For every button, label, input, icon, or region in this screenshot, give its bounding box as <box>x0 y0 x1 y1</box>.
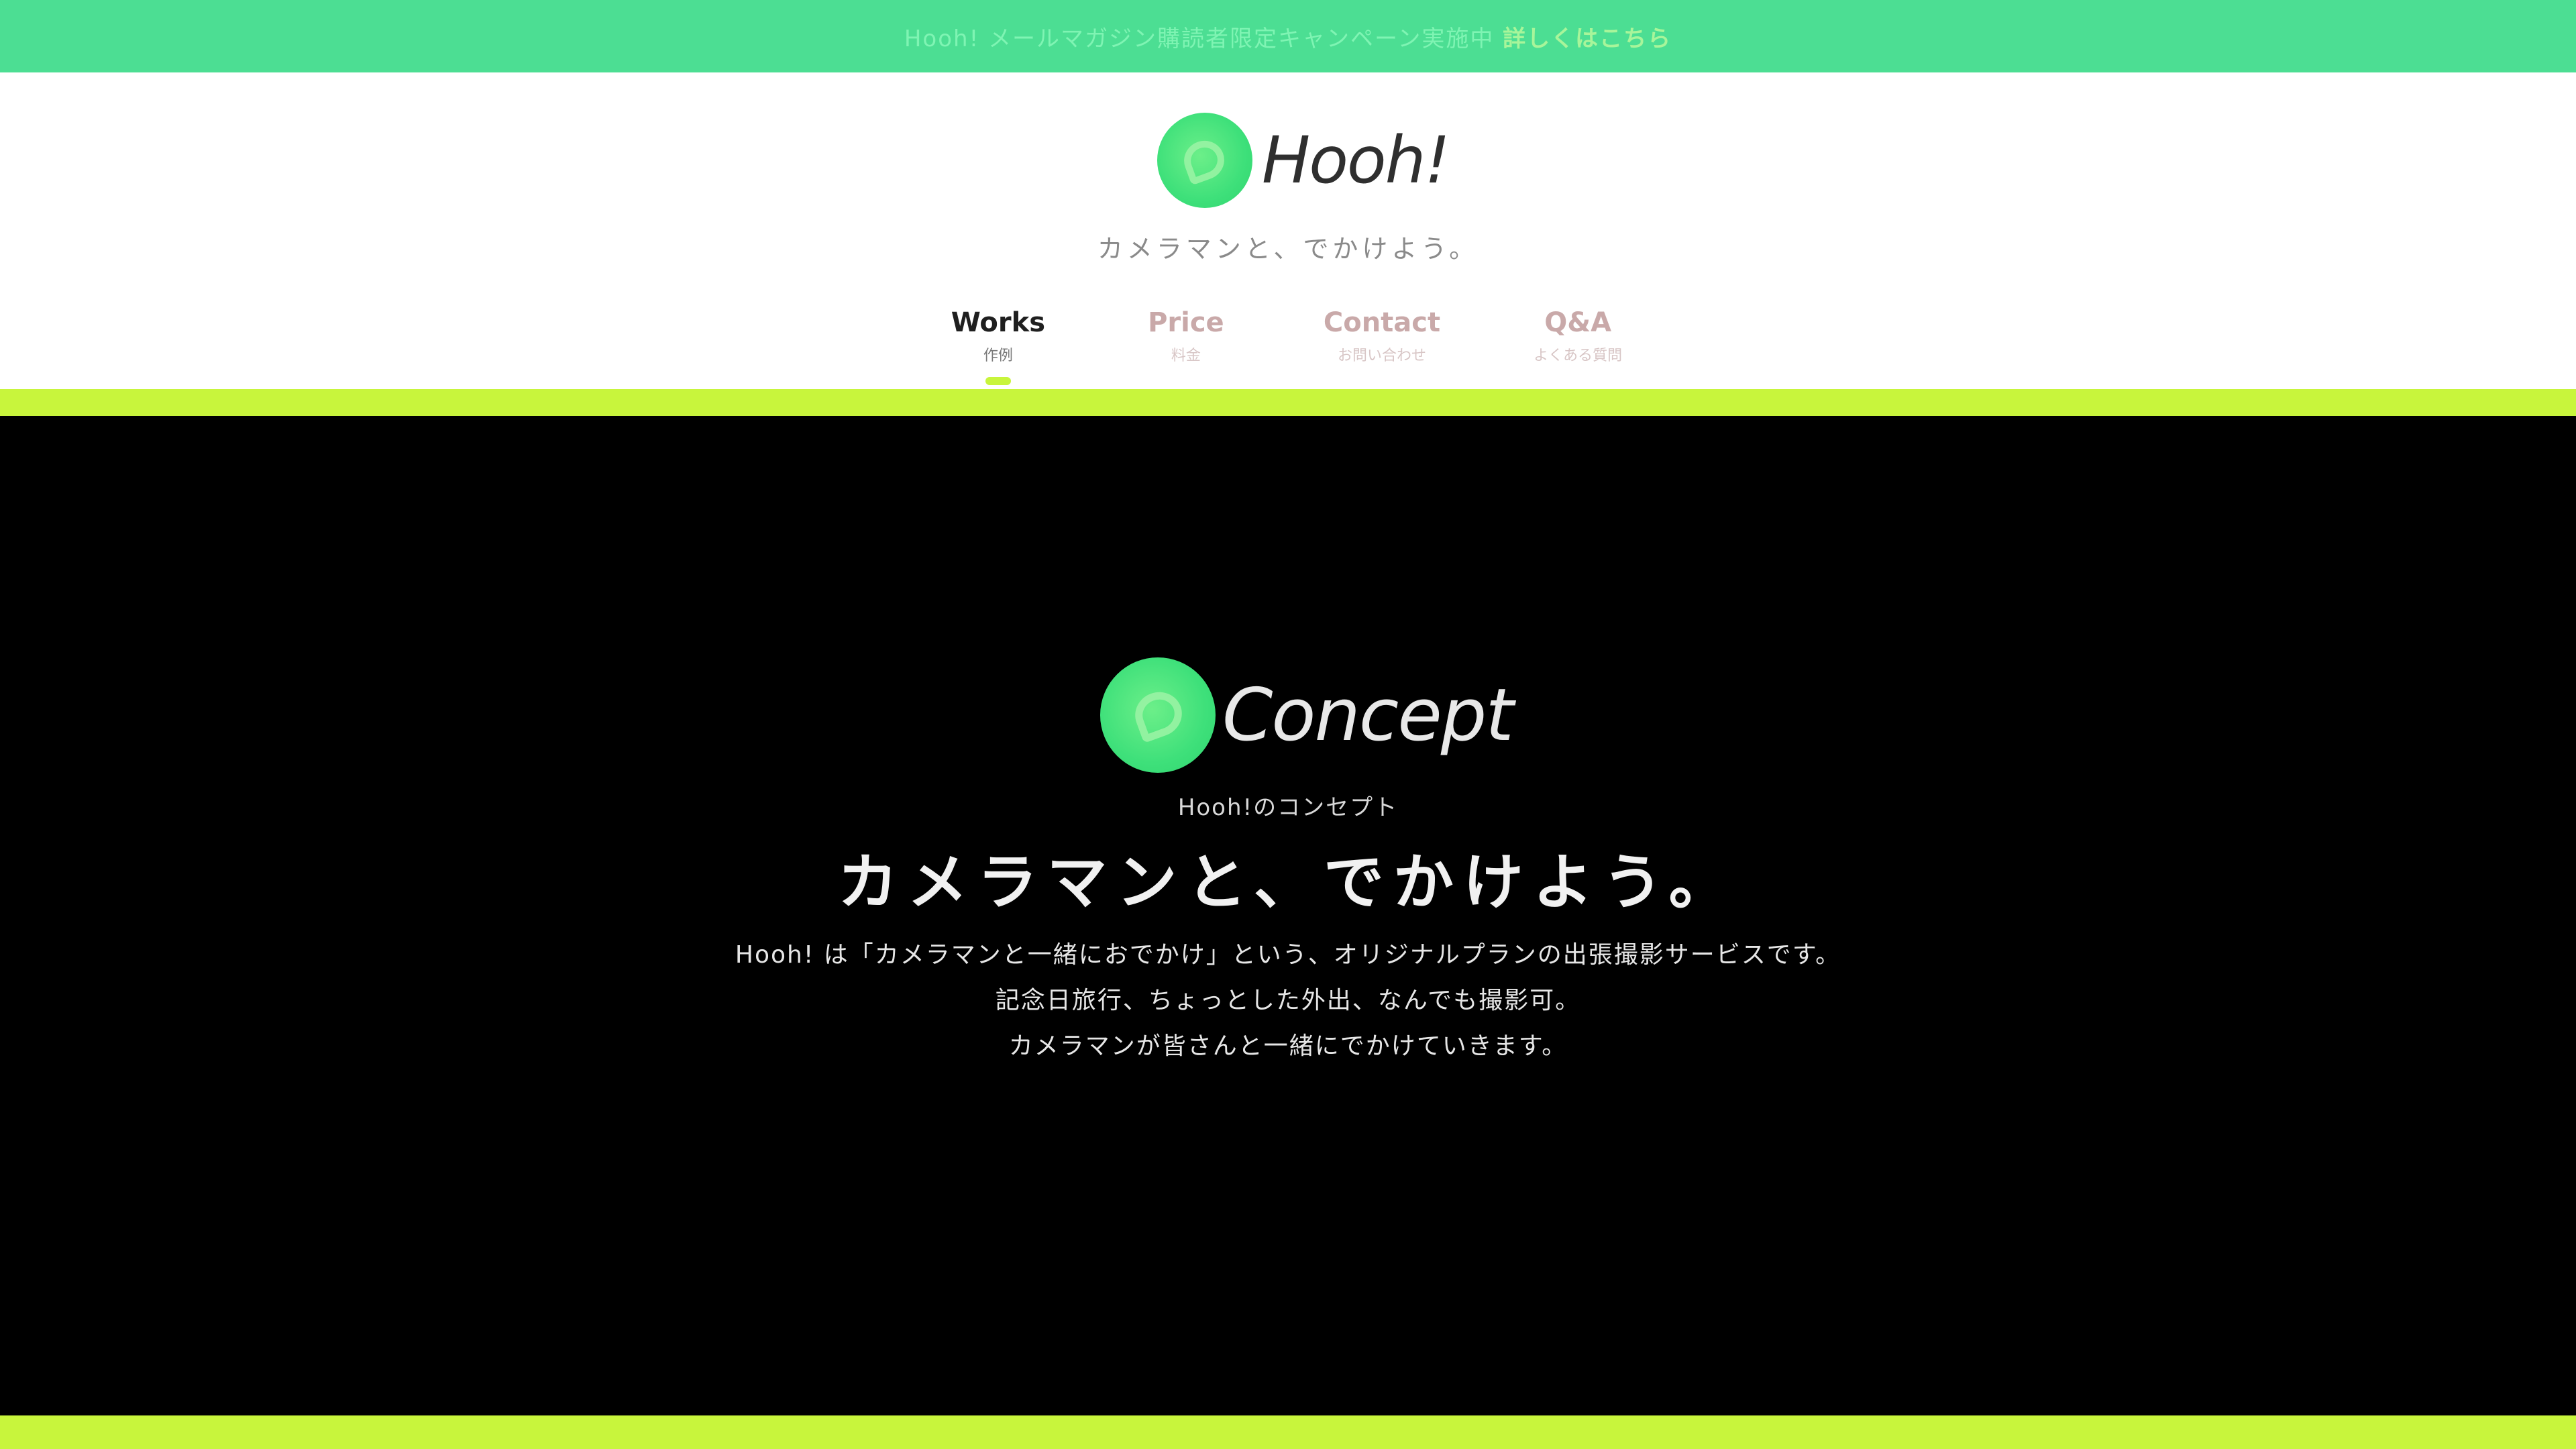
concept-body: Hooh! は「カメラマンと一緒におでかけ」という、オリジナルプランの出張撮影サ… <box>0 932 2576 1069</box>
logo-icon <box>1157 113 1252 208</box>
announcement-link[interactable]: 詳しくはこちら <box>1503 20 1672 53</box>
nav-item-sublabel: 作例 <box>983 347 1013 364</box>
logo-text: Hooh! <box>1262 123 1450 198</box>
divider-band <box>0 389 2576 416</box>
nav-item-contact[interactable]: Contact お問い合わせ <box>1324 307 1440 365</box>
site-header: Hooh! カメラマンと、でかけよう。 Works 作例 Price 料金 Co… <box>0 72 2576 389</box>
site-logo[interactable]: Hooh! <box>1157 113 1450 208</box>
concept-subtitle: Hooh!のコンセプト <box>1177 794 1399 821</box>
nav-item-label: Works <box>951 307 1046 338</box>
nav-item-works[interactable]: Works 作例 <box>948 307 1049 385</box>
concept-heading: Concept <box>1100 657 1514 773</box>
concept-section: Concept Hooh!のコンセプト カメラマンと、でかけよう。 Hooh! … <box>0 416 2576 1415</box>
nav-item-sublabel: 料金 <box>1171 347 1201 364</box>
concept-catchphrase: カメラマンと、でかけよう。 <box>837 847 1739 918</box>
concept-body-line: 記念日旅行、ちょっとした外出、なんでも撮影可。 <box>995 987 1581 1014</box>
nav-item-price[interactable]: Price 料金 <box>1136 307 1236 365</box>
main-nav: Works 作例 Price 料金 Contact お問い合わせ Q&A よくあ… <box>0 307 2576 385</box>
concept-body-line: Hooh! は「カメラマンと一緒におでかけ」という、オリジナルプランの出張撮影サ… <box>735 941 1841 969</box>
site-tagline: カメラマンと、でかけよう。 <box>1097 234 1479 264</box>
nav-item-label: Contact <box>1323 307 1441 338</box>
announcement-text: Hooh! メールマガジン購読者限定キャンペーン実施中 <box>904 25 1495 52</box>
divider-band <box>0 1415 2576 1449</box>
concept-body-line: カメラマンが皆さんと一緒にでかけていきます。 <box>1008 1032 1568 1060</box>
nav-item-qa[interactable]: Q&A よくある質問 <box>1527 307 1628 365</box>
nav-item-sublabel: お問い合わせ <box>1337 347 1426 364</box>
nav-item-sublabel: よくある質問 <box>1534 347 1623 364</box>
announcement-bar[interactable]: Hooh! メールマガジン購読者限定キャンペーン実施中 詳しくはこちら <box>0 0 2576 72</box>
concept-logo-icon <box>1100 657 1216 773</box>
concept-title: Concept <box>1222 673 1514 757</box>
nav-item-label: Q&A <box>1544 307 1612 338</box>
nav-item-label: Price <box>1148 307 1224 338</box>
